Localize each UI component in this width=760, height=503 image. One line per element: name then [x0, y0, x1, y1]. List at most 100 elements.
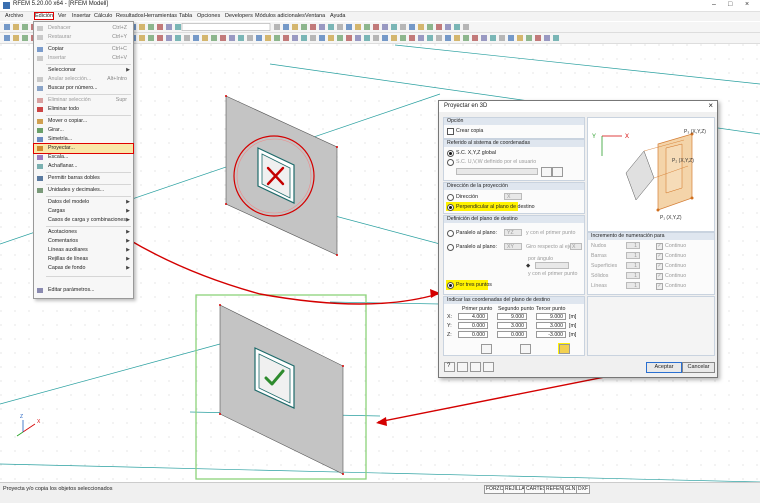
toolbar-icon[interactable]: [346, 24, 352, 30]
toolbar-icon[interactable]: [310, 24, 316, 30]
toolbar-icon[interactable]: [346, 35, 352, 41]
angle-input[interactable]: [535, 262, 569, 269]
toolbar-icon[interactable]: [445, 35, 451, 41]
toolbar-icon[interactable]: [373, 35, 379, 41]
toolbar-icon[interactable]: [301, 24, 307, 30]
toolbar-icon[interactable]: [364, 24, 370, 30]
toolbar-icon[interactable]: [382, 35, 388, 41]
pick-point-3-button[interactable]: [559, 344, 570, 354]
toolbar-icon[interactable]: [13, 24, 19, 30]
toolbar-icon[interactable]: [391, 24, 397, 30]
menu-ventana[interactable]: Ventana: [305, 13, 325, 19]
toolbar-icon[interactable]: [157, 35, 163, 41]
toolbar-icon[interactable]: [517, 35, 523, 41]
continuo-checkbox[interactable]: ✓: [656, 253, 663, 260]
toolbar-icon[interactable]: [490, 35, 496, 41]
toolbar-icon[interactable]: [409, 35, 415, 41]
incr-input[interactable]: 1: [626, 272, 640, 279]
toolbar-icon[interactable]: [319, 24, 325, 30]
menu-item-restaurar[interactable]: Restaurar Ctrl+Y: [34, 33, 133, 42]
user-cs-select[interactable]: [456, 168, 538, 175]
toolbar-icon[interactable]: [292, 35, 298, 41]
toolbar-icon[interactable]: [445, 24, 451, 30]
toolbar-icon[interactable]: [337, 24, 343, 30]
menu-item-casos-carga[interactable]: Casos de carga y combinaciones ▶: [34, 216, 133, 225]
menu-item-proyectar[interactable]: Proyectar...: [33, 143, 134, 154]
toolbar-icon[interactable]: [373, 24, 379, 30]
cancelar-button[interactable]: Cancelar: [682, 362, 715, 373]
coord-p1-input[interactable]: 4.000: [458, 313, 488, 320]
dialog-close-icon[interactable]: ×: [708, 101, 713, 110]
menu-item-simetria[interactable]: Simetría...: [34, 135, 133, 144]
toolbar-icon[interactable]: [139, 35, 145, 41]
paralelo-select[interactable]: YZ: [504, 229, 522, 236]
help-button[interactable]: ?: [444, 362, 455, 372]
toolbar-icon[interactable]: [355, 24, 361, 30]
toolbar-icon[interactable]: [265, 35, 271, 41]
toolbar-icon[interactable]: [400, 35, 406, 41]
menu-item-rejillas[interactable]: Rejillas de líneas ▶: [34, 255, 133, 264]
toolbar-icon[interactable]: [427, 24, 433, 30]
toolbar-icon[interactable]: [292, 24, 298, 30]
menu-item-achaflanar[interactable]: Achaflanar...: [34, 162, 133, 171]
toolbar-icon[interactable]: [328, 24, 334, 30]
toolbar-icon[interactable]: [256, 35, 262, 41]
toolbar-icon[interactable]: [526, 35, 532, 41]
girado-select[interactable]: XY: [504, 243, 522, 250]
toolbar-icon[interactable]: [4, 35, 10, 41]
toolbar-icon[interactable]: [454, 35, 460, 41]
coord-p3-input[interactable]: 3.000: [536, 322, 566, 329]
toolbar-icon[interactable]: [463, 35, 469, 41]
menu-item-anular[interactable]: Anular selección... Alt+Intro: [34, 75, 133, 84]
toolbar-icon[interactable]: [301, 35, 307, 41]
toolbar-icon[interactable]: [139, 24, 145, 30]
toolbar-icon[interactable]: [310, 35, 316, 41]
menu-resultados[interactable]: Resultados: [116, 13, 144, 19]
pick-point-1-button[interactable]: [481, 344, 492, 354]
toolbar-icon[interactable]: [355, 35, 361, 41]
reset-button[interactable]: [457, 362, 468, 372]
toolbar-icon[interactable]: [220, 35, 226, 41]
toolbar-icon[interactable]: [463, 24, 469, 30]
toolbar-icon[interactable]: [274, 35, 280, 41]
toolbar-icon[interactable]: [508, 35, 514, 41]
toolbar-icon[interactable]: [544, 35, 550, 41]
minimize-button[interactable]: –: [712, 1, 716, 8]
toolbar-icon[interactable]: [481, 35, 487, 41]
menu-item-comentarios[interactable]: Comentarios ▶: [34, 237, 133, 246]
toolbar-icon[interactable]: [391, 35, 397, 41]
toolbar-icon[interactable]: [499, 35, 505, 41]
user-cs-button[interactable]: [541, 167, 552, 177]
toolbar-icon[interactable]: [175, 24, 181, 30]
menu-insertar[interactable]: Insertar: [72, 13, 91, 19]
toolbar-icon[interactable]: [274, 24, 280, 30]
toolbar-icon[interactable]: [454, 24, 460, 30]
girado-axis-select[interactable]: X: [570, 243, 582, 250]
toolbar-icon[interactable]: [148, 24, 154, 30]
continuo-checkbox[interactable]: ✓: [656, 273, 663, 280]
menu-item-lineas-auxiliares[interactable]: Líneas auxiliares ▶: [34, 246, 133, 255]
menu-item-editar-parametros[interactable]: Editar parámetros...: [34, 286, 133, 295]
menu-item-seleccionar[interactable]: Seleccionar ▶: [34, 66, 133, 75]
menu-ver[interactable]: Ver: [58, 13, 66, 19]
incr-input[interactable]: 1: [626, 252, 640, 259]
pick-point-2-button[interactable]: [520, 344, 531, 354]
toolbar-icon[interactable]: [382, 24, 388, 30]
toolbar-icon[interactable]: [193, 35, 199, 41]
close-window-button[interactable]: ×: [745, 1, 749, 8]
menu-herramientas[interactable]: Herramientas: [144, 13, 177, 19]
toolbar-icon[interactable]: [184, 35, 190, 41]
toolbar-icon[interactable]: [175, 35, 181, 41]
menu-item-capas-fondo[interactable]: Capas de fondo ▶: [34, 264, 133, 273]
toolbar-icon[interactable]: [4, 24, 10, 30]
maximize-button[interactable]: □: [728, 1, 732, 8]
toolbar-icon[interactable]: [535, 35, 541, 41]
toolbar-icon[interactable]: [553, 35, 559, 41]
menu-item-eliminar-seleccion[interactable]: Eliminar selección Supr: [34, 96, 133, 105]
toolbar-icon[interactable]: [166, 24, 172, 30]
toolbar-icon[interactable]: [283, 35, 289, 41]
radio-usuario[interactable]: [447, 159, 454, 166]
continuo-checkbox[interactable]: ✓: [656, 263, 663, 270]
menu-calculo[interactable]: Cálculo: [94, 13, 112, 19]
coord-p1-input[interactable]: 0.000: [458, 331, 488, 338]
